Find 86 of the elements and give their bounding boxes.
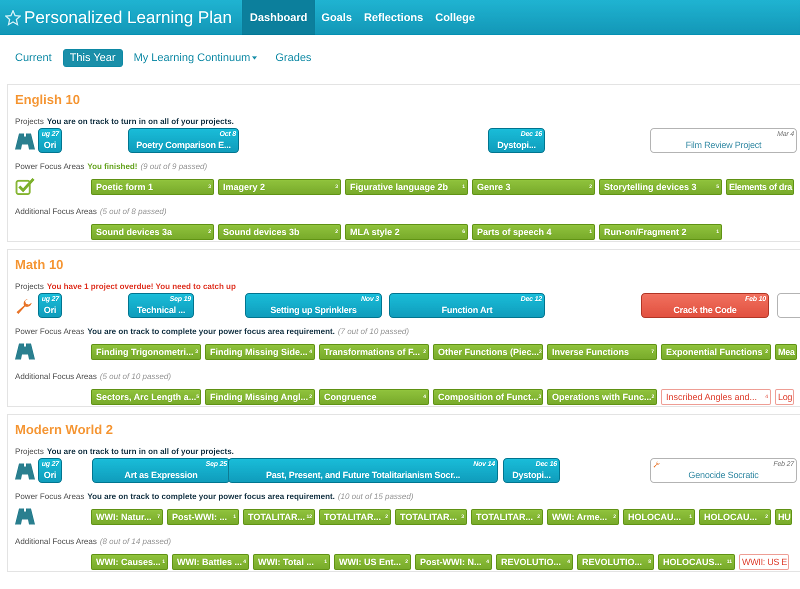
project-title: Setting up Sprinklers xyxy=(270,304,357,316)
focus-area-tag[interactable]: Post-WWI: N... $^{4}$ xyxy=(415,554,492,570)
focus-area-tag[interactable]: WWI: Natur... $^{7}$ xyxy=(91,508,163,524)
project-title: Poetry Comparison E... xyxy=(136,139,231,151)
focus-area-tag[interactable]: HU xyxy=(775,508,792,524)
focus-area-tag[interactable]: Finding Trigonometri... $^{3}$ xyxy=(91,344,201,360)
focus-area-tag[interactable]: Elements of dra xyxy=(726,178,794,194)
focus-area-tag[interactable]: Sectors, Arc Length a...$^{5}$ xyxy=(91,388,201,404)
focus-area-tag[interactable]: TOTALITAR... $^{2}$ xyxy=(319,508,391,524)
focus-area-tag[interactable]: HOLOCAU... $^{1}$ xyxy=(623,508,695,524)
project-title: Past, Present, and Future Totalitarianism Socr... xyxy=(266,469,460,481)
focus-area-tag[interactable]: Operations with Func...$^{2}$ xyxy=(547,388,657,404)
view-tab[interactable]: This Year xyxy=(62,48,123,66)
project-title: Dystopi... xyxy=(512,469,551,481)
project-title: Technical ... xyxy=(136,304,186,316)
project-title: Ori xyxy=(44,469,56,481)
road-icon xyxy=(15,508,35,525)
nav-tab[interactable]: College xyxy=(429,0,481,35)
project-title: Film Review Project xyxy=(686,139,762,151)
row-label: Power Focus Areas xyxy=(15,326,84,336)
focus-area-tag[interactable]: TOTALITAR... $^{3}$ xyxy=(395,508,467,524)
status-message: You have 1 project overdue! You need to catch up xyxy=(46,282,236,290)
focus-area-tag[interactable]: Composition of Funct...$^{3}$ xyxy=(433,388,543,404)
focus-area-tag[interactable]: WWI: US Ent... $^{2}$ xyxy=(334,554,411,570)
focus-area-tag[interactable]: REVOLUTIO... $^{8}$ xyxy=(577,554,654,570)
focus-area-tag[interactable]: WWI: Arme... $^{2}$ xyxy=(547,508,619,524)
course-title: English 10 xyxy=(15,91,82,109)
focus-area-tag[interactable]: WWII: US E xyxy=(739,554,789,570)
status-message: You are on track to complete your power focus area requirement. xyxy=(87,326,335,336)
row-label: Power Focus Areas xyxy=(15,492,84,500)
road-icon xyxy=(15,463,35,480)
nav-tab[interactable]: Goals xyxy=(315,0,358,35)
row-label: Additional Focus Areas xyxy=(15,206,97,216)
wrench-icon xyxy=(653,461,661,468)
row-label: Additional Focus Areas xyxy=(15,536,97,546)
focus-area-tag[interactable]: REVOLUTIO... $^{4}$ xyxy=(496,554,573,570)
app-title: Personalized Learning Plan xyxy=(24,8,232,28)
passed-count: (9 out of 9 passed) xyxy=(140,162,208,170)
focus-area-tag[interactable]: WWI: Battles ...$^{4}$ xyxy=(172,554,249,570)
view-tab[interactable]: Current xyxy=(8,48,59,66)
course-title: Modern World 2 xyxy=(15,421,114,439)
project-title: Crack the Code xyxy=(673,304,737,316)
status-message: You finished! xyxy=(87,162,138,170)
focus-area-tag[interactable]: Finding Missing Angl...$^{2}$ xyxy=(205,388,315,404)
project-title: Ori xyxy=(44,304,56,316)
focus-area-tag[interactable]: Mea xyxy=(775,344,797,360)
focus-area-tag[interactable]: Finding Missing Side... $^{4}$ xyxy=(205,344,315,360)
nav-tab[interactable]: Reflections xyxy=(358,0,430,35)
project-title: Art as Expression xyxy=(124,469,198,481)
row-label: Projects xyxy=(15,116,44,126)
focus-area-tag[interactable]: Other Functions (Piec...$^{2}$ xyxy=(433,344,543,360)
passed-count: (8 out of 14 passed) xyxy=(100,536,171,546)
project-title: Function Art xyxy=(442,304,492,316)
status-message: You are on track to turn in on all of your projects. xyxy=(46,446,234,456)
status-message: You are on track to complete your power focus area requirement. xyxy=(87,492,335,500)
focus-area-tag[interactable]: Log xyxy=(775,388,794,404)
project-title: Genocide Socratic xyxy=(688,469,759,481)
star-icon xyxy=(5,10,21,26)
focus-area-tag[interactable]: Transformations of F... $^{2}$ xyxy=(319,344,429,360)
focus-area-tag[interactable]: TOTALITAR... $^{2}$ xyxy=(471,508,543,524)
row-label: Additional Focus Areas xyxy=(15,372,97,380)
focus-area-tag[interactable]: TOTALITAR...$^{12}$ xyxy=(243,508,315,524)
passed-count: (10 out of 15 passed) xyxy=(338,492,414,500)
passed-count: (7 out of 10 passed) xyxy=(338,326,410,336)
checkbox-icon xyxy=(15,178,35,195)
project-title: Dystopi... xyxy=(497,139,536,151)
road-icon xyxy=(15,343,35,360)
caret-icon xyxy=(252,56,258,60)
row-label: Projects xyxy=(15,446,44,456)
status-message: You are on track to turn in on all of your projects. xyxy=(46,116,234,126)
nav-tab[interactable]: Dashboard xyxy=(242,0,316,35)
project-title: Ori xyxy=(44,139,56,151)
row-label: Projects xyxy=(15,282,44,290)
focus-area-tag[interactable]: HOLOCAU... $^{2}$ xyxy=(699,508,771,524)
view-tab[interactable]: My Learning Continuum xyxy=(126,48,264,66)
focus-area-tag[interactable]: WWI: Causes... $^{1}$ xyxy=(91,554,168,570)
focus-area-tag[interactable]: Exponential Functions $^{2}$ xyxy=(661,344,771,360)
passed-count: (5 out of 8 passed) xyxy=(100,206,167,216)
view-tab[interactable]: Grades xyxy=(268,48,318,66)
road-icon xyxy=(15,133,35,150)
course-title: Math 10 xyxy=(15,256,64,274)
row-label: Power Focus Areas xyxy=(15,162,84,170)
focus-area-tag[interactable]: Inscribed Angles and... $^{4}$ xyxy=(661,388,771,404)
passed-count: (5 out of 10 passed) xyxy=(100,372,171,380)
focus-area-tag[interactable]: Post-WWI: ... $^{1}$ xyxy=(167,508,239,524)
focus-area-tag[interactable]: HOLOCAUS... $^{11}$ xyxy=(658,554,735,570)
